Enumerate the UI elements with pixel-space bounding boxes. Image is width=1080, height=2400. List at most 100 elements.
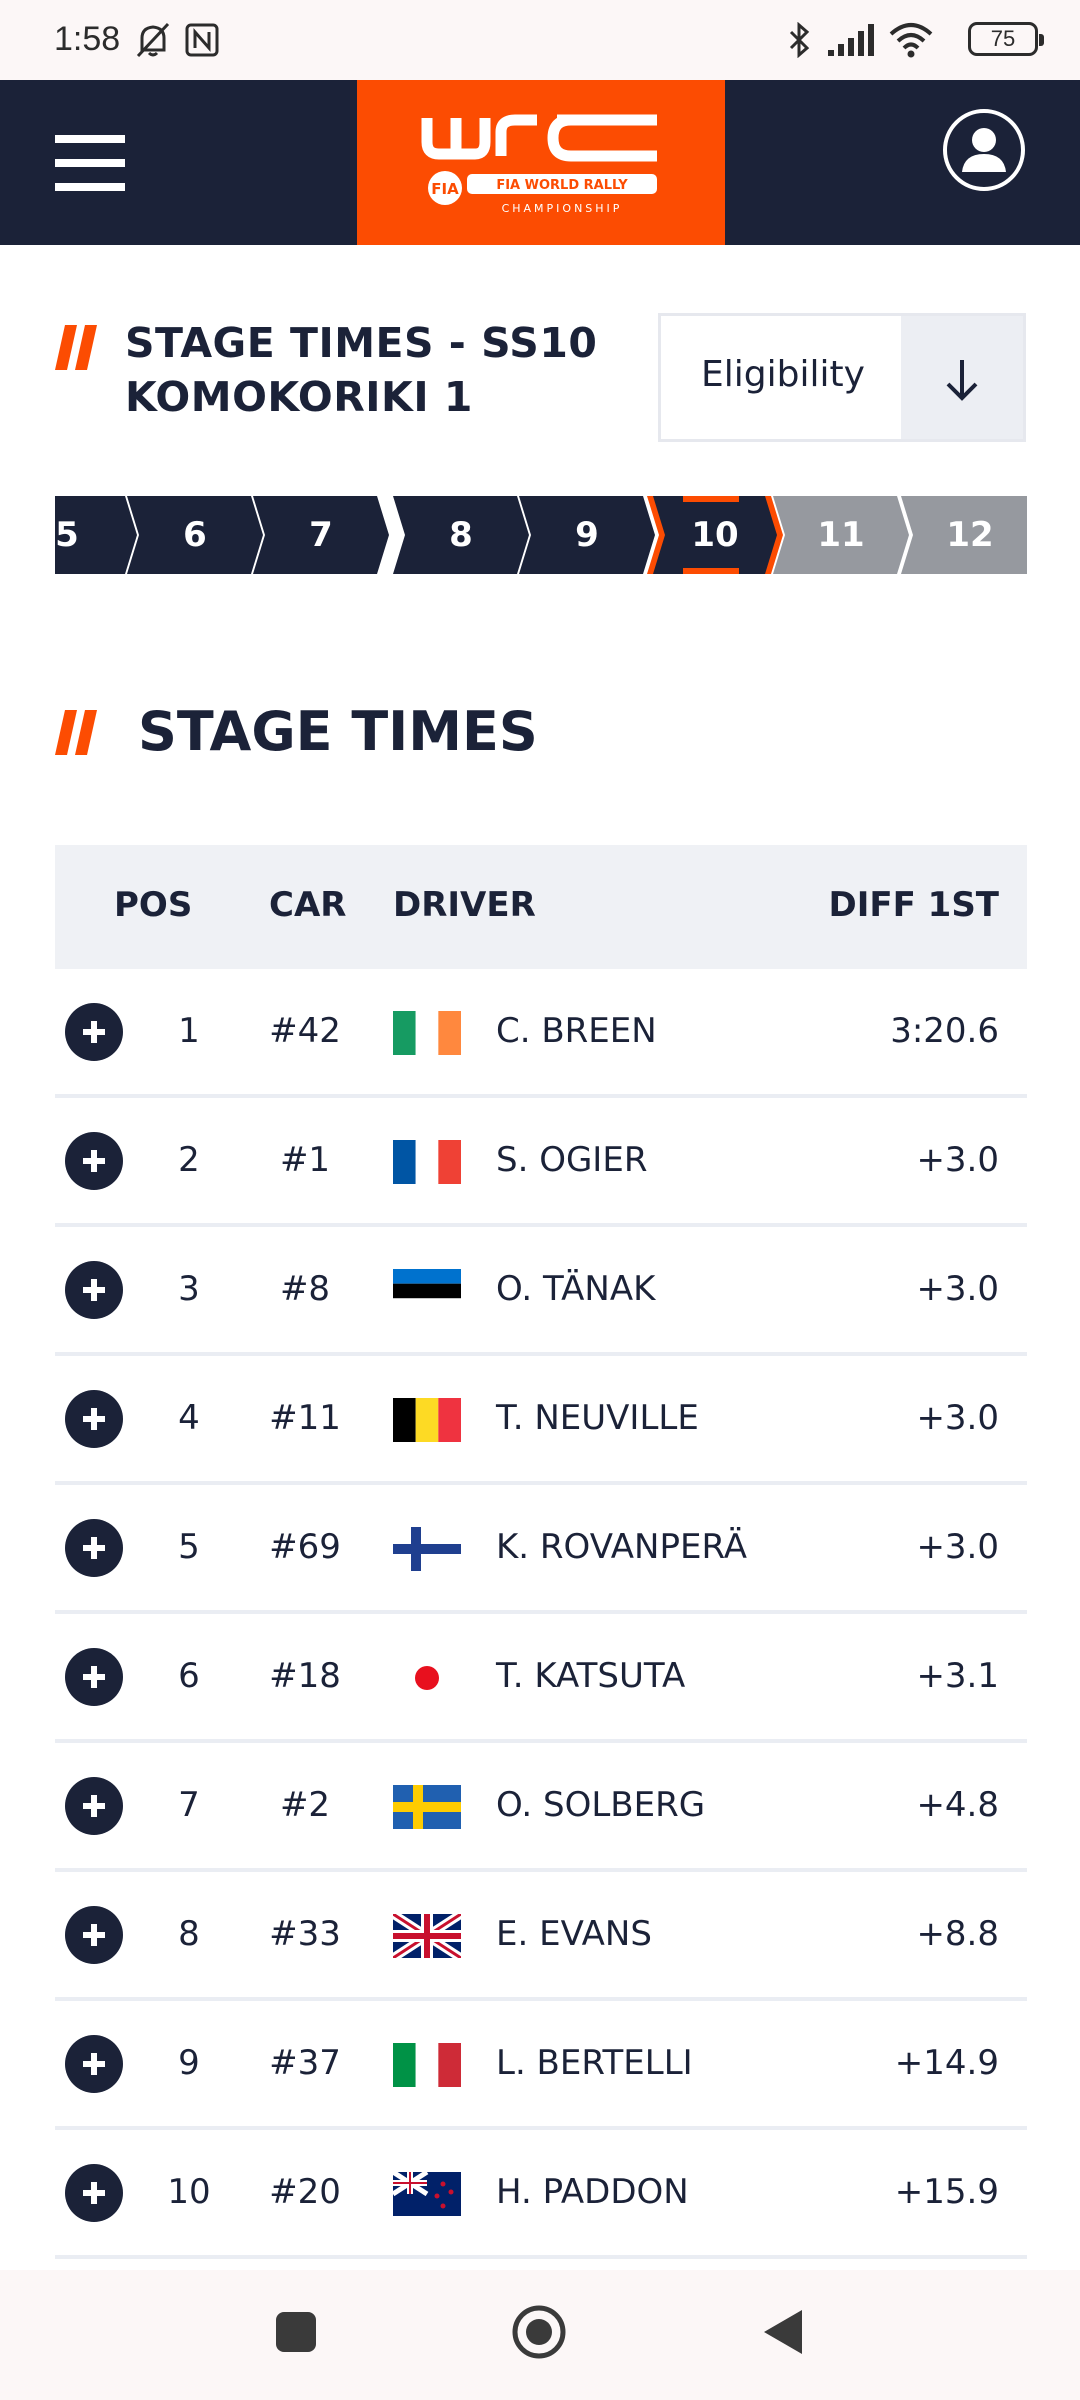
expand-row-icon[interactable] [65, 1132, 123, 1190]
home-button[interactable] [511, 2304, 567, 2360]
expand-row-icon[interactable] [65, 2164, 123, 2222]
cell-driver: T. KATSUTA [496, 1656, 686, 1696]
estonia-flag-icon [393, 1269, 461, 1313]
expand-row-icon[interactable] [65, 1777, 123, 1835]
expand-row-icon[interactable] [65, 1390, 123, 1448]
eligibility-toggle[interactable] [901, 316, 1023, 439]
cell-pos: 4 [178, 1398, 200, 1438]
eligibility-label: Eligibility [701, 354, 865, 395]
section-title: STAGE TIMES [138, 700, 538, 763]
japan-flag-icon [393, 1656, 461, 1700]
cell-car: #11 [269, 1398, 341, 1438]
table-header: POS CAR DRIVER DIFF 1ST [55, 845, 1027, 969]
table-row[interactable]: 9 #37 L. BERTELLI +14.9 [55, 2001, 1027, 2130]
cell-driver: O. SOLBERG [496, 1785, 706, 1825]
stage-selector: 5 6 7 8 9 10 11 12 [55, 496, 1027, 574]
expand-row-icon[interactable] [65, 1261, 123, 1319]
signal-icon [828, 24, 874, 56]
cell-car: #18 [269, 1656, 341, 1696]
column-pos: POS [114, 885, 193, 925]
cell-pos: 8 [178, 1914, 200, 1954]
stage-title-line1: STAGE TIMES - SS10 [125, 319, 598, 367]
wrc-logo-icon: FIA FIA WORLD RALLY CHAMPIONSHIP [421, 114, 657, 215]
table-row[interactable]: 2 #1 S. OGIER +3.0 [55, 1098, 1027, 1227]
stage-chip-11[interactable]: 11 [785, 496, 897, 574]
cell-pos: 5 [178, 1527, 200, 1567]
cell-driver: L. BERTELLI [496, 2043, 693, 2083]
stage-chip-12[interactable]: 12 [913, 496, 1027, 574]
wrc-logo[interactable]: FIA FIA WORLD RALLY CHAMPIONSHIP [357, 80, 725, 245]
cell-driver: K. ROVANPERÄ [496, 1527, 747, 1567]
mute-bell-icon [136, 22, 170, 58]
table-row[interactable]: 4 #11 T. NEUVILLE +3.0 [55, 1356, 1027, 1485]
cell-car: #69 [269, 1527, 341, 1567]
stage-chip-7[interactable]: 7 [265, 496, 377, 574]
stage-chip-9[interactable]: 9 [531, 496, 643, 574]
cell-pos: 7 [178, 1785, 200, 1825]
stage-chip-6[interactable]: 6 [139, 496, 251, 574]
cell-driver: T. NEUVILLE [496, 1398, 699, 1438]
bluetooth-icon [789, 22, 810, 58]
italy-flag-icon [393, 2043, 461, 2087]
column-diff: DIFF 1ST [828, 885, 1000, 925]
back-button[interactable] [760, 2308, 806, 2356]
cell-pos: 2 [178, 1140, 200, 1180]
united-kingdom-flag-icon [393, 1914, 461, 1958]
arrow-down-icon [946, 360, 978, 401]
cell-pos: 1 [178, 1011, 200, 1051]
cell-diff: +3.1 [916, 1656, 999, 1696]
cell-pos: 6 [178, 1656, 200, 1696]
battery-indicator: 75 [968, 22, 1044, 56]
status-bar: 1:58 75 [0, 0, 1080, 80]
eligibility-dropdown[interactable]: Eligibility [658, 313, 1026, 442]
stage-chip-5[interactable]: 5 [55, 496, 79, 574]
cell-diff: +3.0 [916, 1527, 999, 1567]
cell-pos: 10 [167, 2172, 211, 2212]
cell-driver: E. EVANS [496, 1914, 652, 1954]
svg-text:FIA: FIA [431, 180, 459, 198]
stage-title-line2: KOMOKORIKI 1 [125, 373, 473, 421]
stage-title: STAGE TIMES - SS10 KOMOKORIKI 1 [125, 316, 645, 424]
table-row[interactable]: 10 #20 H. PADDON +15.9 [55, 2130, 1027, 2259]
cell-driver: C. BREEN [496, 1011, 657, 1051]
cell-car: #33 [269, 1914, 341, 1954]
cell-diff: +3.0 [916, 1398, 999, 1438]
cell-car: #1 [279, 1140, 331, 1180]
status-time: 1:58 [54, 20, 121, 58]
table-row[interactable]: 1 #42 C. BREEN 3:20.6 [55, 969, 1027, 1098]
stage-chip-10[interactable]: 10 [659, 496, 771, 574]
ireland-flag-icon [393, 1011, 461, 1055]
cell-diff: +3.0 [916, 1269, 999, 1309]
recents-button[interactable] [274, 2310, 318, 2354]
table-row[interactable]: 6 #18 T. KATSUTA +3.1 [55, 1614, 1027, 1743]
expand-row-icon[interactable] [65, 2035, 123, 2093]
table-row[interactable]: 8 #33 E. EVANS +8.8 [55, 1872, 1027, 2001]
belgium-flag-icon [393, 1398, 461, 1442]
table-row[interactable]: 7 #2 O. SOLBERG +4.8 [55, 1743, 1027, 1872]
cell-diff: +8.8 [916, 1914, 999, 1954]
expand-row-icon[interactable] [65, 1519, 123, 1577]
cell-car: #2 [279, 1785, 331, 1825]
new-zealand-flag-icon [393, 2172, 461, 2216]
cell-diff: 3:20.6 [890, 1011, 999, 1051]
table-row[interactable]: 3 #8 O. TÄNAK +3.0 [55, 1227, 1027, 1356]
svg-text:FIA WORLD RALLY: FIA WORLD RALLY [496, 178, 628, 193]
menu-button[interactable] [55, 135, 125, 191]
expand-row-icon[interactable] [65, 1003, 123, 1061]
table-row[interactable]: 5 #69 K. ROVANPERÄ +3.0 [55, 1485, 1027, 1614]
finland-flag-icon [393, 1527, 461, 1571]
expand-row-icon[interactable] [65, 1906, 123, 1964]
sweden-flag-icon [393, 1785, 461, 1829]
cell-car: #20 [269, 2172, 341, 2212]
wifi-icon [889, 23, 933, 58]
expand-row-icon[interactable] [65, 1648, 123, 1706]
menu-icon [55, 135, 125, 143]
cell-pos: 3 [178, 1269, 200, 1309]
svg-text:CHAMPIONSHIP: CHAMPIONSHIP [502, 202, 623, 215]
account-button[interactable] [942, 108, 1026, 192]
stage-chip-8[interactable]: 8 [405, 496, 517, 574]
system-navigation-bar [0, 2270, 1080, 2400]
user-profile-icon [943, 109, 1025, 191]
cell-driver: H. PADDON [496, 2172, 689, 2212]
cell-diff: +3.0 [916, 1140, 999, 1180]
